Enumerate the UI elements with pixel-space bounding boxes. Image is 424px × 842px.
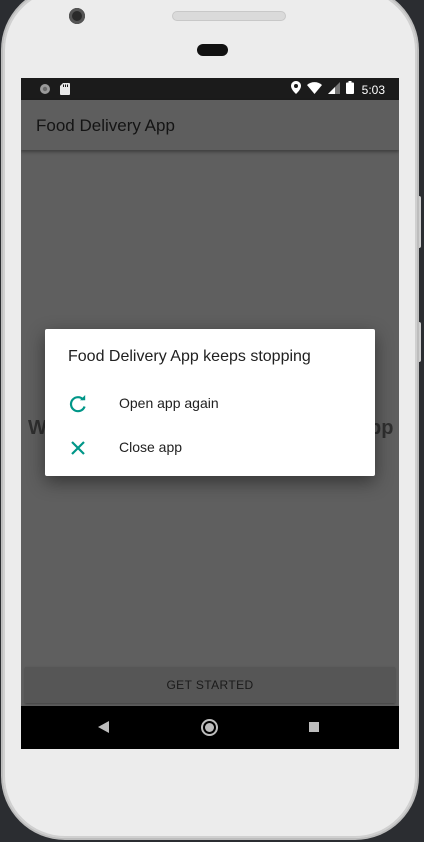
open-app-again-label: Open app again <box>119 395 219 411</box>
app-title: Food Delivery App <box>36 116 175 135</box>
sd-card-icon <box>60 82 70 100</box>
get-started-label: GET STARTED <box>166 678 254 692</box>
location-icon <box>290 81 301 99</box>
signal-icon <box>327 81 340 99</box>
earpiece-speaker <box>172 11 286 21</box>
side-button-mid <box>417 322 421 362</box>
notification-dot-icon <box>39 82 51 100</box>
close-app-option[interactable]: Close app <box>45 425 375 469</box>
open-app-again-option[interactable]: Open app again <box>45 381 375 425</box>
refresh-icon <box>68 394 88 414</box>
navigation-bar <box>21 706 399 749</box>
wifi-icon <box>306 81 322 99</box>
recents-icon[interactable] <box>309 722 319 732</box>
device-screen: 5:03 Food Delivery App W pp GET STARTED … <box>21 78 399 749</box>
status-bar: 5:03 <box>21 78 399 100</box>
proximity-sensor <box>197 44 228 56</box>
battery-icon <box>345 81 354 99</box>
app-bar: Food Delivery App <box>21 100 399 150</box>
side-button-top <box>417 196 421 248</box>
dialog-title: Food Delivery App keeps stopping <box>68 348 311 365</box>
get-started-button[interactable]: GET STARTED <box>25 667 395 703</box>
status-clock: 5:03 <box>361 83 385 97</box>
front-camera <box>69 8 85 24</box>
back-icon[interactable] <box>98 720 109 738</box>
home-icon[interactable] <box>201 719 218 736</box>
close-icon <box>68 438 88 458</box>
close-app-label: Close app <box>119 439 183 455</box>
app-crash-dialog: Food Delivery App keeps stopping Open ap… <box>45 329 375 476</box>
